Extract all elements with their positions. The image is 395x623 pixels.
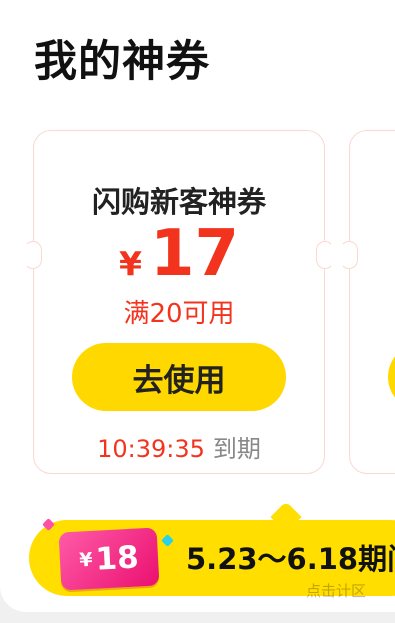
section-title: 我的神券 bbox=[34, 37, 210, 87]
use-coupon-button[interactable]: 去使用 bbox=[72, 343, 286, 411]
coupon-price: ¥ 17 bbox=[34, 219, 324, 289]
coupon-amount: 17 bbox=[149, 217, 240, 291]
promo-coupon-badge: ¥ 18 bbox=[58, 527, 160, 591]
use-coupon-button-next[interactable] bbox=[388, 343, 395, 411]
expiry-countdown: 10:39:35 bbox=[97, 435, 205, 463]
coupon-notch-left bbox=[340, 241, 358, 269]
coupon-card[interactable]: 闪购新客神券 ¥ 17 满20可用 去使用 10:39:35 到期 bbox=[24, 130, 334, 474]
coupon-expiry: 10:39:35 到期 bbox=[34, 429, 324, 464]
currency-symbol: ¥ bbox=[118, 244, 142, 283]
badge-currency: ¥ bbox=[78, 548, 94, 572]
badge-amount: 18 bbox=[94, 539, 140, 578]
coupon-sheet: 我的神券 闪购新客神券 ¥ 17 满20可用 去使用 10:39:35 到期 ¥ … bbox=[0, 0, 395, 612]
expiry-label: 到期 bbox=[212, 435, 261, 463]
promo-subtext: 点击计区 bbox=[306, 582, 367, 600]
promo-period-text: 5.23～6.18期间 bbox=[186, 542, 395, 576]
coupon-name: 闪购新客神券 bbox=[91, 185, 266, 219]
coupon-condition: 满20可用 bbox=[123, 299, 235, 329]
coupon-card-next[interactable] bbox=[340, 130, 395, 474]
